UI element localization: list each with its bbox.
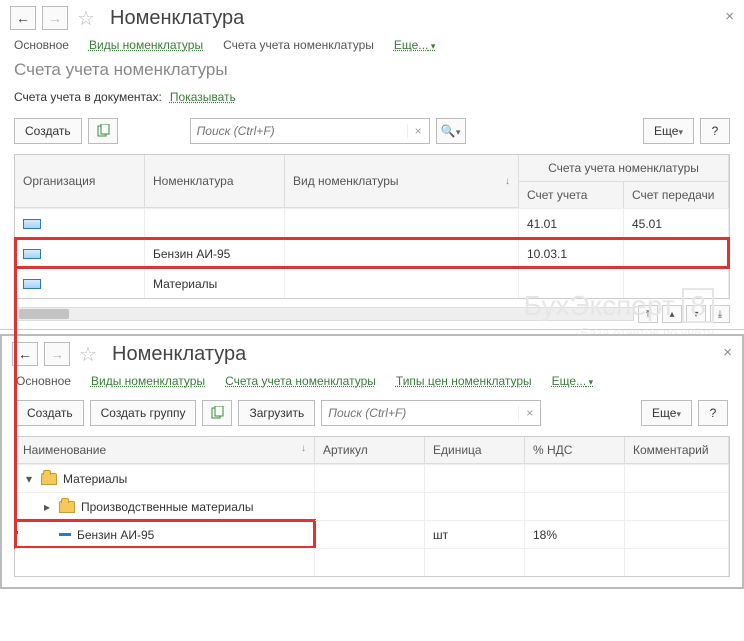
search-input[interactable] <box>191 124 407 138</box>
col-nom[interactable]: Номенклатура <box>145 155 285 208</box>
create-button[interactable]: Создать <box>14 118 82 144</box>
tab-types[interactable]: Виды номенклатуры <box>91 374 205 388</box>
more-button[interactable]: Еще <box>641 400 692 426</box>
copy-button[interactable] <box>88 118 118 144</box>
tab-accounts[interactable]: Счета учета номенклатуры <box>223 38 374 52</box>
scroll-first-icon[interactable]: ⤒ <box>638 305 658 323</box>
accounts-grid: Организация Номенклатура Вид номенклатур… <box>14 154 730 299</box>
grid-row[interactable]: Материалы <box>15 268 729 298</box>
col-comment[interactable]: Комментарий <box>625 437 729 464</box>
doc-accounts-link[interactable]: Показывать <box>170 90 236 104</box>
create-button[interactable]: Создать <box>16 400 84 426</box>
copy-button[interactable] <box>202 400 232 426</box>
tab-accounts[interactable]: Счета учета номенклатуры <box>225 374 376 388</box>
search-clear-icon[interactable]: × <box>518 406 540 420</box>
grid-row[interactable]: 41.01 45.01 <box>15 208 729 238</box>
col-unit[interactable]: Единица <box>425 437 525 464</box>
top-panel: × ← → ☆ Номенклатура Основное Виды номен… <box>0 0 744 330</box>
record-icon <box>23 249 41 259</box>
create-group-button[interactable]: Создать группу <box>90 400 197 426</box>
scroll-last-icon[interactable]: ⤓ <box>710 305 730 323</box>
tab-types[interactable]: Виды номенклатуры <box>89 38 203 52</box>
tab-main[interactable]: Основное <box>14 38 69 52</box>
expand-icon[interactable]: ▸ <box>41 500 53 514</box>
col-acc-group[interactable]: Счета учета номенклатуры <box>519 155 729 182</box>
col-vid[interactable]: Вид номенклатуры↓ <box>285 155 519 208</box>
help-button[interactable]: ? <box>698 400 728 426</box>
col-article[interactable]: Артикул <box>315 437 425 464</box>
favorite-icon[interactable]: ☆ <box>74 6 98 30</box>
more-button[interactable]: Еще <box>643 118 694 144</box>
tree-row-folder[interactable]: ▾Материалы <box>15 464 729 492</box>
col-org[interactable]: Организация <box>15 155 145 208</box>
tree-row-empty <box>15 548 729 576</box>
grid-row-highlighted[interactable]: Бензин АИ-95 10.03.1 <box>15 238 729 268</box>
doc-accounts-label: Счета учета в документах: <box>14 90 162 104</box>
page-title: Номенклатура <box>106 343 246 366</box>
search-box: × <box>190 118 430 144</box>
tree-row-folder[interactable]: ▸Производственные материалы <box>15 492 729 520</box>
record-icon <box>23 219 41 229</box>
col-name[interactable]: Наименование↓ <box>15 437 315 464</box>
tab-main[interactable]: Основное <box>16 374 71 388</box>
expand-icon[interactable]: ▾ <box>23 472 35 486</box>
scroll-down-icon[interactable]: ▾ <box>686 305 706 323</box>
forward-button[interactable]: → <box>44 342 70 366</box>
favorite-icon[interactable]: ☆ <box>76 342 100 366</box>
item-icon <box>59 533 71 536</box>
back-button[interactable]: ← <box>12 342 38 366</box>
back-button[interactable]: ← <box>10 6 36 30</box>
search-box: × <box>321 400 541 426</box>
tree-row-item-highlighted[interactable]: Бензин АИ-95 шт 18% <box>15 520 729 548</box>
col-acc2[interactable]: Счет передачи <box>624 182 729 208</box>
grid-header: Наименование↓ Артикул Единица % НДС Комм… <box>15 437 729 464</box>
search-clear-icon[interactable]: × <box>407 124 429 138</box>
section-title: Счета учета номенклатуры <box>0 60 744 88</box>
forward-button[interactable]: → <box>42 6 68 30</box>
bottom-panel: × ← → ☆ Номенклатура Основное Виды номен… <box>0 334 744 589</box>
record-icon <box>23 279 41 289</box>
tab-more[interactable]: Еще... <box>394 38 435 52</box>
help-button[interactable]: ? <box>700 118 730 144</box>
load-button[interactable]: Загрузить <box>238 400 315 426</box>
close-icon[interactable]: × <box>723 344 732 361</box>
search-button[interactable]: 🔍 <box>436 118 466 144</box>
scroll-up-icon[interactable]: ▴ <box>662 305 682 323</box>
grid-scrollbar[interactable]: ⤒ ▴ ▾ ⤓ <box>14 305 730 323</box>
tab-bar: Основное Виды номенклатуры Счета учета н… <box>0 34 744 60</box>
close-icon[interactable]: × <box>725 8 734 25</box>
folder-icon <box>59 501 75 513</box>
tab-more[interactable]: Еще... <box>552 374 593 388</box>
tab-prices[interactable]: Типы цен номенклатуры <box>396 374 532 388</box>
col-nds[interactable]: % НДС <box>525 437 625 464</box>
search-input[interactable] <box>322 406 518 420</box>
col-acc1[interactable]: Счет учета <box>519 182 624 208</box>
folder-icon <box>41 473 57 485</box>
nomenclature-grid: Наименование↓ Артикул Единица % НДС Комм… <box>14 436 730 577</box>
page-title: Номенклатура <box>104 7 244 30</box>
tab-bar: Основное Виды номенклатуры Счета учета н… <box>2 370 742 396</box>
grid-header: Организация Номенклатура Вид номенклатур… <box>15 155 729 208</box>
